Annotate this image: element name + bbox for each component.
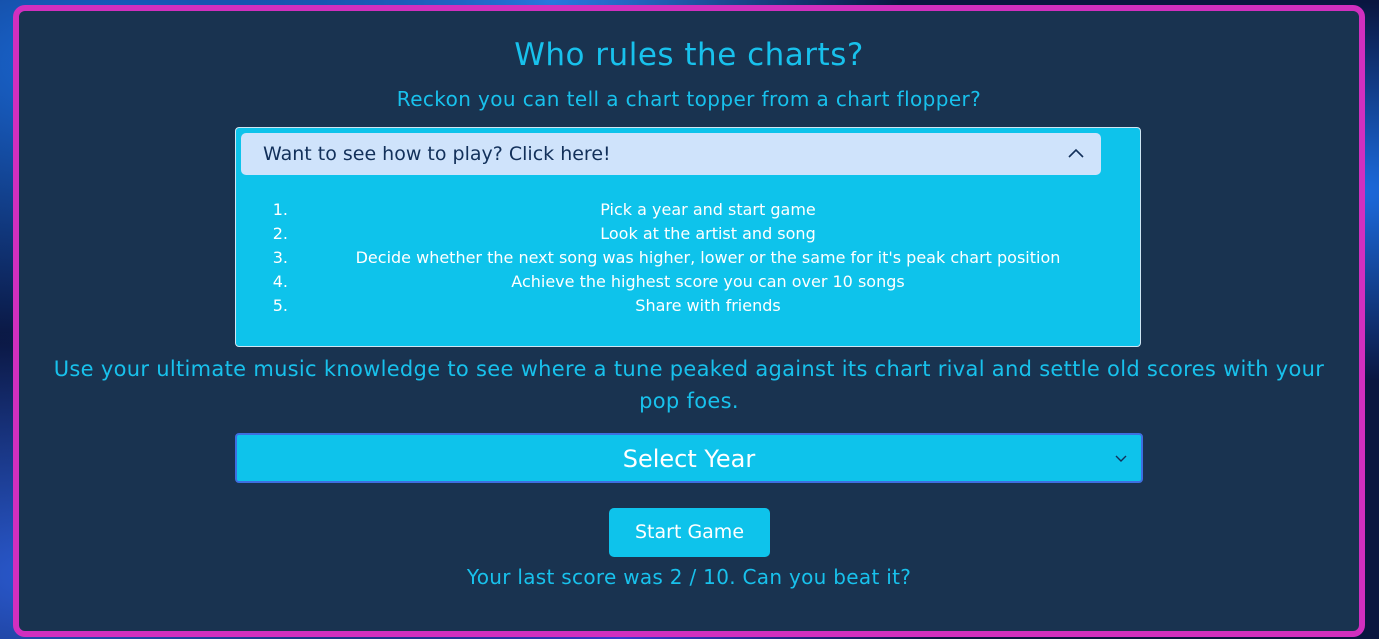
chevron-down-icon <box>1115 455 1127 462</box>
how-to-play-toggle-label: Want to see how to play? Click here! <box>263 143 611 165</box>
step-number: 3. <box>272 248 288 267</box>
list-item: 3. Decide whether the next song was high… <box>236 246 1140 270</box>
step-text: Decide whether the next song was higher,… <box>355 248 1061 267</box>
step-text: Achieve the highest score you can over 1… <box>511 272 905 291</box>
game-panel: Who rules the charts? Reckon you can tel… <box>13 5 1365 637</box>
step-text: Look at the artist and song <box>600 224 816 243</box>
step-text: Pick a year and start game <box>600 200 816 219</box>
game-description: Use your ultimate music knowledge to see… <box>53 357 1325 413</box>
step-number: 1. <box>272 200 288 219</box>
list-item: 2. Look at the artist and song <box>236 222 1140 246</box>
chevron-up-icon <box>1068 148 1084 158</box>
year-select[interactable]: Select Year <box>235 433 1143 483</box>
list-item: 4. Achieve the highest score you can ove… <box>236 270 1140 294</box>
how-to-play-steps: 1. Pick a year and start game 2. Look at… <box>236 198 1140 318</box>
how-to-play-accordion: Want to see how to play? Click here! 1. … <box>235 127 1141 347</box>
step-number: 5. <box>272 296 288 315</box>
year-select-value: Select Year <box>622 445 756 473</box>
start-game-button[interactable]: Start Game <box>609 508 770 557</box>
list-item: 5. Share with friends <box>236 294 1140 318</box>
page-title: Who rules the charts? <box>514 37 864 73</box>
how-to-play-toggle[interactable]: Want to see how to play? Click here! <box>241 133 1101 175</box>
step-text: Share with friends <box>635 296 781 315</box>
list-item: 1. Pick a year and start game <box>236 198 1140 222</box>
step-number: 4. <box>272 272 288 291</box>
page-subtitle: Reckon you can tell a chart topper from … <box>396 87 982 111</box>
step-number: 2. <box>272 224 288 243</box>
last-score-text: Your last score was 2 / 10. Can you beat… <box>466 565 912 589</box>
